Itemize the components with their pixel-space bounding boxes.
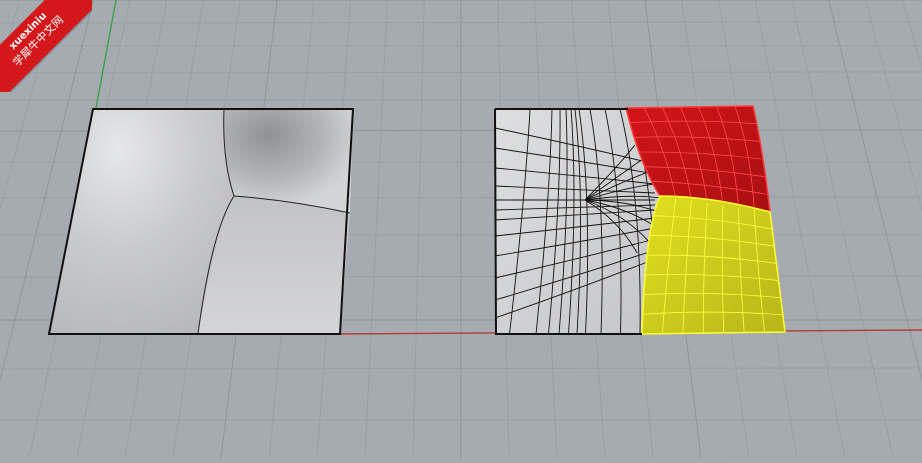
grid-line bbox=[0, 0, 21, 69]
grid-line bbox=[0, 0, 57, 212]
viewport-canvas[interactable] bbox=[0, 0, 922, 460]
grid-line bbox=[791, 0, 894, 459]
grid-line bbox=[412, 0, 425, 459]
grid-line bbox=[364, 0, 388, 459]
perspective-viewport[interactable]: xuexiniu 学犀牛中文网 bbox=[0, 0, 922, 460]
yellow-selected-subpatch[interactable] bbox=[641, 195, 786, 335]
y-axis-line bbox=[95, 0, 117, 109]
shaded-surface-patch[interactable] bbox=[47, 108, 355, 335]
grid-line bbox=[865, 0, 922, 212]
grid-line bbox=[901, 0, 922, 69]
